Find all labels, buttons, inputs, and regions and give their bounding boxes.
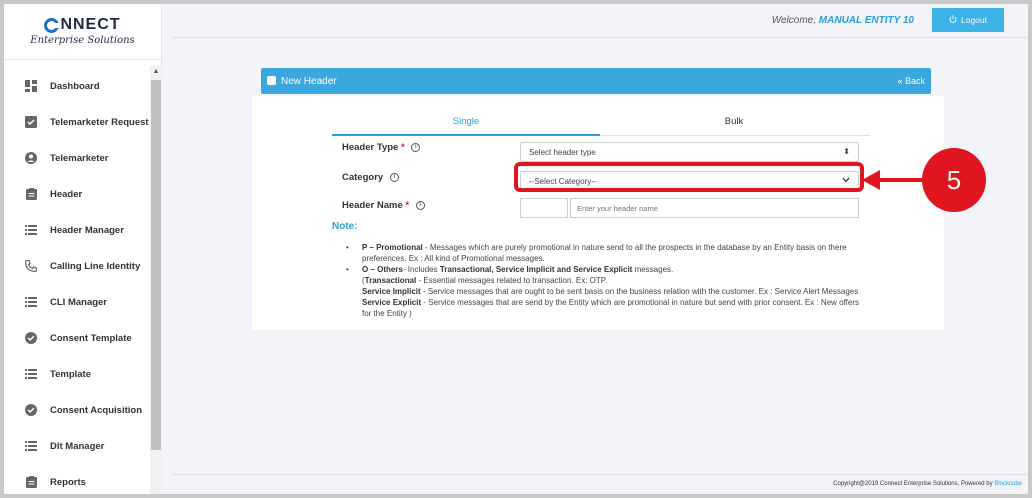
welcome-text: Welcome, MANUAL ENTITY 10	[771, 15, 914, 26]
annotation-arrow-line	[878, 178, 926, 182]
topbar: Welcome, MANUAL ENTITY 10 Logout	[172, 4, 1028, 38]
header-name-prefix-input[interactable]	[520, 198, 568, 218]
sidebar-item-label: Consent Template	[50, 332, 132, 344]
required-mark: *	[405, 200, 410, 211]
sidebar-item-dlt-manager[interactable]: Dlt Manager	[4, 428, 150, 464]
category-label: Category i	[342, 172, 399, 183]
sidebar-item-label: Template	[50, 368, 92, 380]
brand-name: NNECT	[4, 16, 161, 34]
sidebar-item-label: Consent Acquisition	[50, 404, 143, 416]
sidebar-item-calling-line-identity[interactable]: Calling Line Identity	[4, 248, 150, 284]
back-link[interactable]: « Back	[897, 76, 925, 86]
tab-bulk[interactable]: Bulk	[600, 104, 868, 136]
required-mark: *	[400, 142, 405, 153]
logout-button[interactable]: Logout	[932, 8, 1004, 32]
sidebar-item-template[interactable]: Template	[4, 356, 150, 392]
scroll-thumb[interactable]	[151, 80, 161, 450]
note-service-explicit: Service Explicit - Service messages that…	[362, 298, 860, 318]
info-icon[interactable]: i	[389, 172, 399, 182]
info-icon[interactable]: i	[415, 200, 425, 210]
list-icon	[24, 439, 38, 453]
scroll-up-arrow-icon[interactable]: ▲	[150, 66, 162, 78]
note-title: Note:	[332, 221, 358, 232]
list-icon	[24, 367, 38, 381]
note-service-implicit: Service Implicit - Service messages that…	[362, 287, 859, 296]
note-item-others: O – Others- Includes Transactional, Serv…	[344, 264, 866, 275]
mode-tabs: Single Bulk	[332, 104, 870, 136]
sidebar-item-header[interactable]: Header	[4, 176, 150, 212]
power-icon	[949, 15, 957, 25]
document-icon	[267, 76, 276, 85]
sidebar-item-cli-manager[interactable]: CLI Manager	[4, 284, 150, 320]
phone-icon	[24, 259, 38, 273]
note-transactional: (Transactional - Essential messages rela…	[362, 276, 608, 285]
app-frame: NNECT Enterprise Solutions Dashboard Tel…	[4, 4, 1028, 494]
sidebar-item-label: Reports	[50, 476, 86, 488]
step-badge: 5	[922, 148, 986, 212]
header-name-input[interactable]	[570, 198, 859, 218]
card-body: Single Bulk Header Type * i Select heade…	[252, 96, 944, 330]
checkbox-icon	[24, 115, 38, 129]
list-icon	[24, 295, 38, 309]
footer: Copyright@2019 Connect Enterprise Soluti…	[172, 474, 1028, 494]
clipboard-icon	[24, 187, 38, 201]
category-highlight-box	[514, 162, 864, 192]
sidebar-item-label: Header Manager	[50, 224, 124, 236]
check-circle-icon	[24, 331, 38, 345]
sidebar-item-consent-acquisition[interactable]: Consent Acquisition	[4, 392, 150, 428]
brand-logo[interactable]: NNECT Enterprise Solutions	[4, 4, 161, 60]
clipboard-icon	[24, 475, 38, 489]
sort-caret-icon: ⬍	[843, 147, 850, 156]
sidebar-item-label: Calling Line Identity	[50, 260, 141, 272]
chevron-left-icon: «	[897, 76, 903, 86]
copyright-text: Copyright@2019 Connect Enterprise Soluti…	[833, 481, 1022, 487]
user-circle-icon	[24, 151, 38, 165]
powered-by-link[interactable]: Blockcube	[994, 481, 1022, 487]
brand-tagline: Enterprise Solutions	[30, 35, 135, 46]
header-type-label: Header Type * i	[342, 142, 421, 153]
list-icon	[24, 223, 38, 237]
header-name-label: Header Name * i	[342, 200, 425, 211]
check-circle-icon	[24, 403, 38, 417]
sidebar-item-label: CLI Manager	[50, 296, 108, 308]
sidebar-item-label: Dashboard	[50, 80, 100, 92]
sidebar-item-label: Telemarketer Request	[50, 116, 149, 128]
card-header: New Header « Back	[261, 68, 931, 94]
sidebar-nav: Dashboard Telemarketer Request Telemarke…	[4, 68, 150, 494]
note-item-promotional: P – Promotional - Messages which are pur…	[344, 242, 866, 264]
sidebar: NNECT Enterprise Solutions Dashboard Tel…	[4, 4, 162, 494]
user-name: MANUAL ENTITY 10	[818, 15, 914, 26]
sidebar-item-label: Telemarketer	[50, 152, 109, 164]
sidebar-item-consent-template[interactable]: Consent Template	[4, 320, 150, 356]
note-content: P – Promotional - Messages which are pur…	[344, 242, 866, 319]
dashboard-icon	[24, 79, 38, 93]
sidebar-item-reports[interactable]: Reports	[4, 464, 150, 494]
tab-single[interactable]: Single	[332, 104, 600, 136]
sidebar-scrollbar[interactable]: ▲	[150, 66, 162, 494]
card-title: New Header	[281, 76, 337, 87]
header-type-select[interactable]: Select header type ⬍	[520, 142, 859, 162]
sidebar-item-header-manager[interactable]: Header Manager	[4, 212, 150, 248]
sidebar-item-dashboard[interactable]: Dashboard	[4, 68, 150, 104]
sidebar-item-label: Header	[50, 188, 83, 200]
info-icon[interactable]: i	[411, 142, 421, 152]
sidebar-item-label: Dlt Manager	[50, 440, 105, 452]
sidebar-item-telemarketer[interactable]: Telemarketer	[4, 140, 150, 176]
sidebar-item-telemarketer-request[interactable]: Telemarketer Request	[4, 104, 150, 140]
connect-logo-icon	[44, 17, 61, 33]
